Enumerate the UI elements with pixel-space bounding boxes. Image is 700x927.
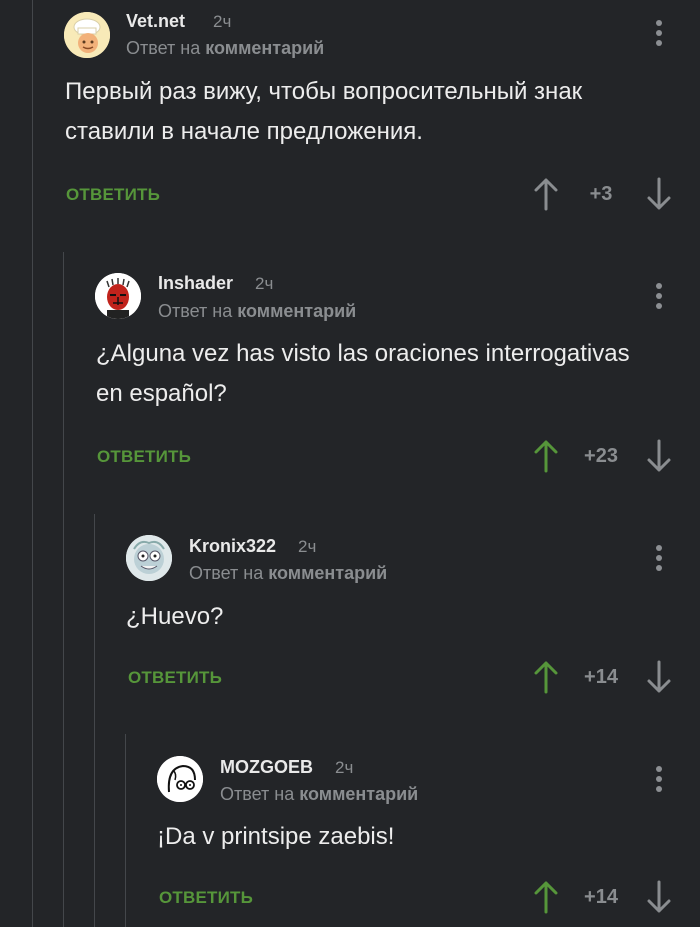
reply-to-prefix: Ответ на bbox=[158, 301, 233, 321]
downvote-icon[interactable] bbox=[644, 439, 674, 473]
comment-rating: +3 bbox=[589, 183, 613, 205]
reply-to-line: Ответ на комментарий bbox=[126, 38, 324, 59]
reply-to-line: Ответ на комментарий bbox=[189, 563, 387, 584]
comment-rating: +14 bbox=[584, 666, 618, 688]
sith-avatar-icon[interactable] bbox=[95, 273, 141, 319]
chef-avatar-icon[interactable] bbox=[64, 12, 110, 58]
comment-rating: +14 bbox=[584, 886, 618, 908]
reply-to-link[interactable]: комментарий bbox=[268, 563, 387, 583]
thread-line bbox=[32, 0, 33, 927]
more-options-icon[interactable] bbox=[652, 766, 666, 796]
reply-to-prefix: Ответ на bbox=[220, 784, 295, 804]
comment-author[interactable]: Kronix322 bbox=[189, 536, 276, 557]
reply-button[interactable]: ОТВЕТИТЬ bbox=[159, 888, 253, 908]
thread-line bbox=[94, 514, 95, 927]
upvote-icon[interactable] bbox=[531, 880, 561, 914]
comment-text: Первый раз вижу, чтобы вопросительный зн… bbox=[65, 78, 583, 145]
thread-line bbox=[63, 252, 64, 927]
reply-button[interactable]: ОТВЕТИТЬ bbox=[97, 447, 191, 467]
reply-to-line: Ответ на комментарий bbox=[220, 784, 418, 805]
downvote-icon[interactable] bbox=[644, 177, 674, 211]
comment-time: 2ч bbox=[335, 758, 354, 777]
comment-rating: +23 bbox=[584, 445, 618, 467]
comment-text: ¡Da v printsipe zaebis! bbox=[157, 823, 395, 850]
more-options-icon[interactable] bbox=[652, 283, 666, 313]
upvote-icon[interactable] bbox=[531, 177, 561, 211]
upvote-icon[interactable] bbox=[531, 439, 561, 473]
comment-author[interactable]: Vet.net bbox=[126, 11, 185, 32]
more-options-icon[interactable] bbox=[652, 545, 666, 575]
comment-time: 2ч bbox=[255, 274, 274, 293]
morty-avatar-icon[interactable] bbox=[126, 535, 172, 581]
reply-to-link[interactable]: комментарий bbox=[237, 301, 356, 321]
comment-time: 2ч bbox=[298, 537, 317, 556]
reply-to-prefix: Ответ на bbox=[189, 563, 264, 583]
comment-author[interactable]: Inshader bbox=[158, 273, 233, 294]
reply-to-link[interactable]: комментарий bbox=[299, 784, 418, 804]
reply-button[interactable]: ОТВЕТИТЬ bbox=[66, 185, 160, 205]
more-options-icon[interactable] bbox=[652, 20, 666, 50]
comment-time: 2ч bbox=[213, 12, 232, 31]
comment-text: ¿Huevo? bbox=[126, 603, 224, 630]
reply-to-line: Ответ на комментарий bbox=[158, 301, 356, 322]
downvote-icon[interactable] bbox=[644, 880, 674, 914]
comment-text: ¿Alguna vez has visto las oraciones inte… bbox=[96, 340, 630, 407]
thread-line bbox=[125, 734, 126, 927]
reply-button[interactable]: ОТВЕТИТЬ bbox=[128, 668, 222, 688]
reply-to-prefix: Ответ на bbox=[126, 38, 201, 58]
upvote-icon[interactable] bbox=[531, 660, 561, 694]
reply-to-link[interactable]: комментарий bbox=[205, 38, 324, 58]
glasses-face-avatar-icon[interactable] bbox=[157, 756, 203, 802]
comment-author[interactable]: MOZGOEB bbox=[220, 757, 313, 778]
downvote-icon[interactable] bbox=[644, 660, 674, 694]
